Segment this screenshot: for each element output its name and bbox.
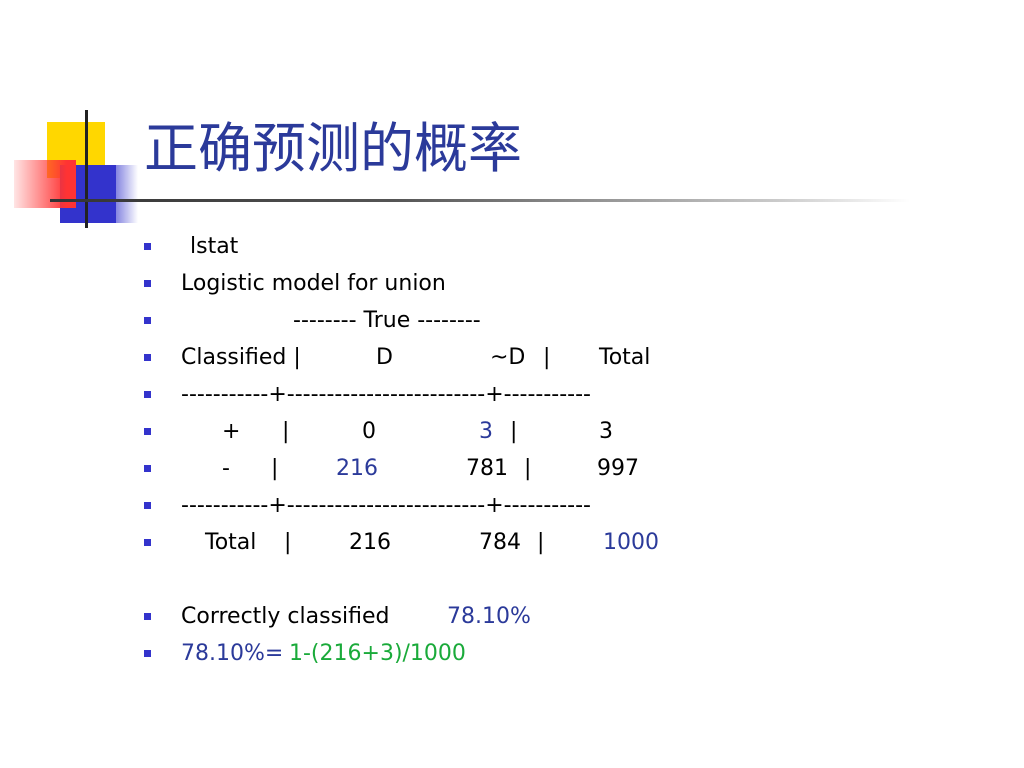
bullet-icon bbox=[144, 502, 151, 509]
title-underline bbox=[50, 199, 910, 202]
table-divider: -----------+-------------------------+--… bbox=[0, 487, 1024, 524]
true-header: -------- True -------- bbox=[293, 308, 481, 333]
list-item: 78.10%= 1-(216+3)/1000 bbox=[0, 635, 1024, 672]
cell-d: 216 bbox=[336, 456, 378, 481]
cell-total: 3 bbox=[599, 419, 613, 444]
bullet-icon bbox=[144, 650, 151, 657]
decor-vertical-line bbox=[85, 110, 88, 228]
bullet-icon bbox=[144, 243, 151, 250]
header-sep: | bbox=[543, 345, 551, 370]
correct-value: 78.10% bbox=[447, 604, 531, 629]
cell-not-d: 781 bbox=[466, 456, 508, 481]
cell-d: 0 bbox=[362, 419, 376, 444]
cell-d: 216 bbox=[349, 530, 391, 555]
total-label: Total bbox=[205, 530, 257, 555]
bullet-icon bbox=[144, 539, 151, 546]
row-sign: + bbox=[222, 419, 241, 444]
header-classified: Classified | bbox=[181, 345, 301, 370]
correct-label: Correctly classified bbox=[181, 604, 390, 629]
command-text: lstat bbox=[190, 234, 239, 259]
cell-total: 1000 bbox=[603, 530, 659, 555]
divider-text: -----------+-------------------------+--… bbox=[181, 382, 591, 407]
table-divider: -----------+-------------------------+--… bbox=[0, 376, 1024, 413]
row-sep: | bbox=[282, 419, 290, 444]
row-sep: | bbox=[284, 530, 292, 555]
cell-not-d: 784 bbox=[479, 530, 521, 555]
bullet-icon bbox=[144, 613, 151, 620]
slide-title: 正确预测的概率 bbox=[144, 117, 522, 180]
formula-right: 1-(216+3)/1000 bbox=[289, 641, 466, 666]
table-row: Total | 216 784 | 1000 bbox=[0, 524, 1024, 561]
formula-left: 78.10%= bbox=[181, 641, 284, 666]
header-total: Total bbox=[599, 345, 651, 370]
table-row: - | 216 781 | 997 bbox=[0, 450, 1024, 487]
bullet-icon bbox=[144, 391, 151, 398]
bullet-icon bbox=[144, 428, 151, 435]
row-sep: | bbox=[510, 419, 518, 444]
list-item: Logistic model for union bbox=[0, 265, 1024, 302]
header-not-d: ~D bbox=[490, 345, 526, 370]
bullet-icon bbox=[144, 465, 151, 472]
row-sep: | bbox=[524, 456, 532, 481]
row-sign: - bbox=[222, 456, 230, 481]
table-row: + | 0 3 | 3 bbox=[0, 413, 1024, 450]
row-sep: | bbox=[537, 530, 545, 555]
divider-text: -----------+-------------------------+--… bbox=[181, 493, 591, 518]
bullet-icon bbox=[144, 354, 151, 361]
header-d: D bbox=[376, 345, 393, 370]
table-header-row: Classified | D ~D | Total bbox=[0, 339, 1024, 376]
cell-not-d: 3 bbox=[479, 419, 493, 444]
decor-blue-fade bbox=[116, 165, 138, 223]
cell-total: 997 bbox=[597, 456, 639, 481]
bullet-icon bbox=[144, 317, 151, 324]
list-item: lstat bbox=[0, 228, 1024, 265]
list-item: -------- True -------- bbox=[0, 302, 1024, 339]
model-text: Logistic model for union bbox=[181, 271, 446, 296]
bullet-icon bbox=[144, 280, 151, 287]
row-sep: | bbox=[271, 456, 279, 481]
list-item: Correctly classified 78.10% bbox=[0, 598, 1024, 635]
